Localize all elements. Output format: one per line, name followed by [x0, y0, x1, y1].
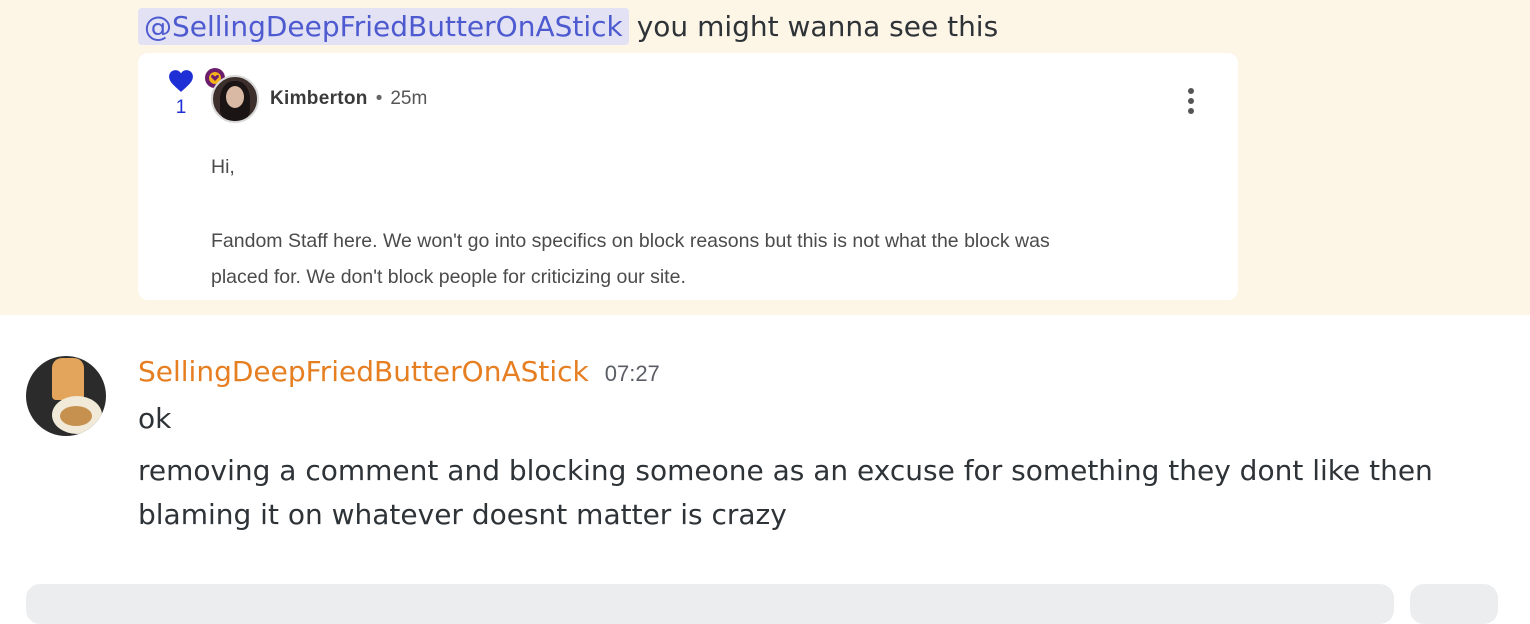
message-line-3: blaming it on whatever doesnt matter is … — [138, 498, 787, 531]
heart-icon[interactable] — [168, 69, 194, 93]
comment-line-2: placed for. We don't block people for cr… — [211, 266, 686, 288]
message-line-1: ok — [138, 402, 172, 435]
comment-greeting: Hi, — [211, 156, 235, 178]
message-input-bar[interactable] — [26, 584, 1394, 624]
comment-line-1: Fandom Staff here. We won't go into spec… — [211, 230, 1050, 252]
previous-message-line: @SellingDeepFriedButterOnAStick you migh… — [138, 4, 998, 48]
vote-column: 1 — [166, 69, 196, 119]
user-mention[interactable]: @SellingDeepFriedButterOnAStick — [138, 7, 629, 45]
message-timestamp: 07:27 — [604, 361, 660, 386]
comment-meta: Kimberton • 25m — [270, 88, 427, 110]
meta-separator: • — [375, 88, 383, 109]
commenter-avatar[interactable] — [211, 75, 259, 123]
message-username[interactable]: SellingDeepFriedButterOnAStick — [138, 355, 589, 388]
more-options-icon[interactable] — [1184, 86, 1198, 116]
message-header: SellingDeepFriedButterOnAStick 07:27 — [138, 355, 660, 388]
comment-body: Hi, Fandom Staff here. We won't go into … — [211, 149, 1211, 295]
message-line-2: removing a comment and blocking someone … — [138, 454, 1433, 487]
vote-count: 1 — [175, 97, 187, 118]
user-avatar[interactable] — [26, 356, 106, 436]
side-action-button[interactable] — [1410, 584, 1498, 624]
previous-message-text: you might wanna see this — [636, 9, 999, 43]
screenshot-comment-card: 1 Kimberton • 25m Hi, Fandom Staff here.… — [138, 53, 1238, 300]
comment-time: 25m — [390, 88, 428, 109]
comment-author[interactable]: Kimberton — [270, 88, 368, 110]
